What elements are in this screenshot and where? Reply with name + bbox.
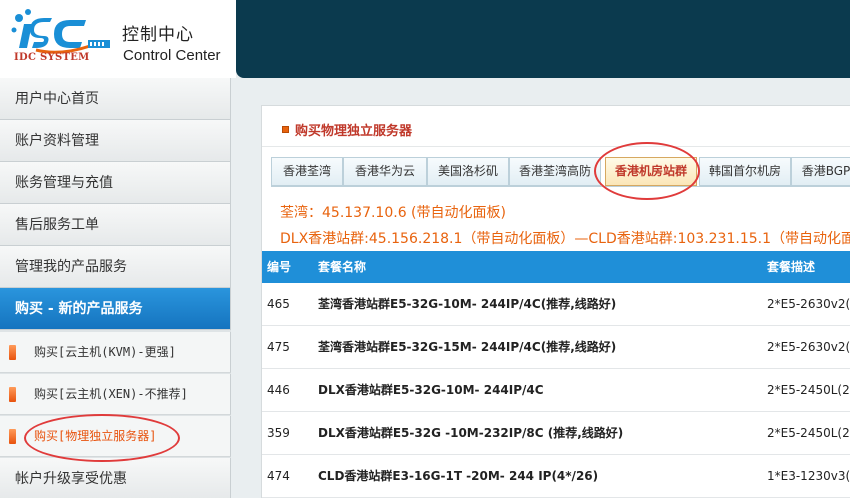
sidebar-item-buy-new[interactable]: 购买 - 新的产品服务 <box>0 288 231 330</box>
row-id: 474 <box>267 469 290 483</box>
row-desc: 2*E5-2630v2(24 <box>767 340 850 354</box>
tab-korea-seoul[interactable]: 韩国首尔机房 <box>699 157 791 186</box>
sidebar-item-support-tickets[interactable]: 售后服务工单 <box>0 204 231 246</box>
row-name: CLD香港站群E3-16G-1T -20M- 244 IP(4*/26) <box>318 469 599 483</box>
logo-caption: IDC SYSTEM <box>14 52 90 63</box>
tab-hk-tsuen-wan[interactable]: 香港荃湾 <box>271 157 343 186</box>
row-desc: 1*E3-1230v3(16 <box>767 469 850 483</box>
row-id: 359 <box>267 426 290 440</box>
row-name: DLX香港站群E5-32G-10M- 244IP/4C <box>318 383 544 397</box>
sidebar-sub-label: 购买[云主机(XEN)-不推荐] <box>34 387 188 401</box>
main-panel: 购买物理独立服务器 香港荃湾 香港华为云 美国洛杉矶 香港荃湾高防 香港机房站群… <box>261 105 850 498</box>
row-desc: 2*E5-2630v2(24 <box>767 297 850 311</box>
orange-bar-icon <box>9 429 16 444</box>
col-header-name: 套餐名称 <box>318 260 367 274</box>
row-name: 荃湾香港站群E5-32G-15M- 244IP/4C(推荐,线路好) <box>318 340 617 354</box>
tab-hk-huawei-cloud[interactable]: 香港华为云 <box>343 157 427 186</box>
row-name: DLX香港站群E5-32G -10M-232IP/8C (推荐,线路好) <box>318 426 624 440</box>
panel-title-text: 购买物理独立服务器 <box>295 124 413 139</box>
info-line-tsuen-wan: 荃湾：45.137.10.6 (带自动化面板) <box>280 205 506 221</box>
table-row[interactable]: 359 DLX香港站群E5-32G -10M-232IP/8C (推荐,线路好)… <box>262 412 850 455</box>
control-center-title: 控制中心 <box>122 25 194 45</box>
sidebar-sub-label: 购买[云主机(KVM)-更强] <box>34 345 176 359</box>
table-row[interactable]: 446 DLX香港站群E5-32G-10M- 244IP/4C 2*E5-245… <box>262 369 850 412</box>
logo-area: IDC SYSTEM 控制中心 Control Center <box>0 0 236 78</box>
square-bullet-icon <box>282 126 289 133</box>
col-header-id: 编号 <box>267 260 292 274</box>
orange-bar-icon <box>9 345 16 360</box>
info-line-clusters: DLX香港站群:45.156.218.1（带自动化面板）—CLD香港站群:103… <box>280 231 850 247</box>
table-header: 编号 套餐名称 套餐描述 <box>262 251 850 283</box>
row-id: 475 <box>267 340 290 354</box>
top-banner <box>236 0 850 78</box>
divider <box>262 146 850 147</box>
table-row[interactable]: 474 CLD香港站群E3-16G-1T -20M- 244 IP(4*/26)… <box>262 455 850 498</box>
row-desc: 2*E5-2450L(24核 <box>767 426 850 440</box>
region-tabs: 香港荃湾 香港华为云 美国洛杉矶 香港荃湾高防 香港机房站群 韩国首尔机房 香港… <box>271 157 850 187</box>
sidebar-item-account-profile[interactable]: 账户资料管理 <box>0 120 231 162</box>
sidebar-sub-buy-xen[interactable]: 购买[云主机(XEN)-不推荐] <box>0 374 231 415</box>
table-row[interactable]: 465 荃湾香港站群E5-32G-10M- 244IP/4C(推荐,线路好) 2… <box>262 283 850 326</box>
sidebar-divider <box>231 78 237 498</box>
sidebar-item-manage-products[interactable]: 管理我的产品服务 <box>0 246 231 288</box>
orange-bar-icon <box>9 387 16 402</box>
sidebar-item-billing[interactable]: 账务管理与充值 <box>0 162 231 204</box>
tab-hk-tsuen-wan-ddos[interactable]: 香港荃湾高防 <box>509 157 601 186</box>
sidebar-sub-buy-kvm[interactable]: 购买[云主机(KVM)-更强] <box>0 332 231 373</box>
tab-hk-site-cluster[interactable]: 香港机房站群 <box>605 157 697 186</box>
sidebar-sub-label: 购买[物理独立服务器] <box>34 429 157 443</box>
row-name: 荃湾香港站群E5-32G-10M- 244IP/4C(推荐,线路好) <box>318 297 617 311</box>
sidebar-item-user-home[interactable]: 用户中心首页 <box>0 78 231 120</box>
sidebar-item-upgrade-account[interactable]: 帐户升级享受优惠 <box>0 458 231 498</box>
row-id: 465 <box>267 297 290 311</box>
sidebar-sub-buy-dedicated[interactable]: 购买[物理独立服务器] <box>0 416 231 457</box>
control-center-subtitle: Control Center <box>123 47 221 64</box>
sidebar: 用户中心首页 账户资料管理 账务管理与充值 售后服务工单 管理我的产品服务 购买… <box>0 78 231 498</box>
panel-title: 购买物理独立服务器 <box>282 120 412 139</box>
col-header-desc: 套餐描述 <box>767 260 816 274</box>
row-desc: 2*E5-2450L(24核 <box>767 383 850 397</box>
tab-hk-bgp[interactable]: 香港BGP <box>791 157 850 186</box>
row-id: 446 <box>267 383 290 397</box>
tab-us-los-angeles[interactable]: 美国洛杉矶 <box>427 157 509 186</box>
table-row[interactable]: 475 荃湾香港站群E5-32G-15M- 244IP/4C(推荐,线路好) 2… <box>262 326 850 369</box>
